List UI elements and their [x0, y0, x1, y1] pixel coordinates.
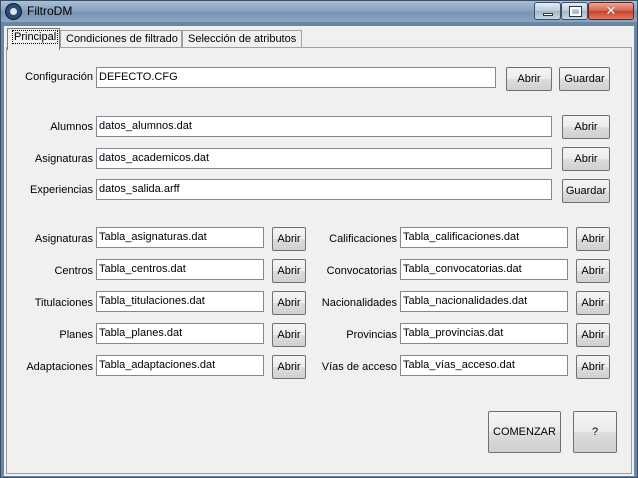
tabla-nacionalidades-open-button[interactable]: Abrir: [576, 291, 610, 315]
main-window: FiltroDM ✕ Principal Condiciones de filt…: [0, 0, 638, 478]
tabla-centros-field[interactable]: Tabla_centros.dat: [96, 259, 264, 280]
tabla-convocatorias-open-button[interactable]: Abrir: [576, 259, 610, 283]
tabla-vias-acceso-label: Vías de acceso: [321, 361, 397, 373]
tabla-asignaturas-field[interactable]: Tabla_asignaturas.dat: [96, 227, 264, 248]
tabla-centros-open-button[interactable]: Abrir: [272, 259, 306, 283]
client-area: Principal Condiciones de filtrado Selecc…: [4, 26, 634, 476]
close-icon: ✕: [605, 3, 617, 18]
experiencias-save-button[interactable]: Guardar: [562, 179, 610, 203]
tab-label: Principal: [11, 30, 59, 44]
help-button[interactable]: ?: [573, 411, 617, 453]
maximize-icon: [569, 6, 582, 17]
title-bar[interactable]: FiltroDM ✕: [1, 1, 637, 22]
tabla-asignaturas-label: Asignaturas: [34, 233, 93, 245]
tabla-centros-label: Centros: [54, 265, 93, 277]
minimize-button[interactable]: [534, 2, 561, 20]
asignaturas-data-open-button[interactable]: Abrir: [562, 147, 610, 171]
tab-label: Selección de atributos: [188, 33, 297, 45]
tabla-asignaturas-open-button[interactable]: Abrir: [272, 227, 306, 251]
comenzar-button[interactable]: COMENZAR: [488, 411, 561, 453]
tabla-planes-field[interactable]: Tabla_planes.dat: [96, 323, 264, 344]
alumnos-label: Alumnos: [50, 121, 93, 133]
config-field[interactable]: DEFECTO.CFG: [96, 67, 496, 88]
tabla-provincias-field[interactable]: Tabla_provincias.dat: [400, 323, 568, 344]
principal-panel: Configuración DEFECTO.CFG Abrir Guardar …: [6, 47, 632, 474]
tabla-titulaciones-label: Titulaciones: [34, 297, 93, 309]
tabla-convocatorias-field[interactable]: Tabla_convocatorias.dat: [400, 259, 568, 280]
app-icon: [5, 3, 22, 20]
alumnos-open-button[interactable]: Abrir: [562, 115, 610, 139]
tabla-vias-acceso-field[interactable]: Tabla_vías_acceso.dat: [400, 355, 568, 376]
config-label: Configuración: [25, 71, 93, 83]
tabla-calificaciones-field[interactable]: Tabla_calificaciones.dat: [400, 227, 568, 248]
alumnos-field[interactable]: datos_alumnos.dat: [96, 116, 552, 137]
config-save-button[interactable]: Guardar: [559, 67, 610, 91]
minimize-icon: [543, 13, 553, 16]
tabla-planes-label: Planes: [59, 329, 93, 341]
tabla-titulaciones-open-button[interactable]: Abrir: [272, 291, 306, 315]
tabla-adaptaciones-label: Adaptaciones: [26, 361, 93, 373]
close-button[interactable]: ✕: [588, 2, 634, 20]
tabla-nacionalidades-label: Nacionalidades: [321, 297, 397, 309]
tab-principal[interactable]: Principal: [7, 28, 60, 50]
tab-label: Condiciones de filtrado: [66, 33, 178, 45]
asignaturas-data-label: Asignaturas: [34, 153, 93, 165]
tabla-provincias-label: Provincias: [346, 329, 397, 341]
tabla-provincias-open-button[interactable]: Abrir: [576, 323, 610, 347]
experiencias-label: Experiencias: [30, 184, 93, 196]
config-open-button[interactable]: Abrir: [506, 67, 552, 91]
maximize-button[interactable]: [561, 2, 588, 20]
tabla-adaptaciones-field[interactable]: Tabla_adaptaciones.dat: [96, 355, 264, 376]
tabla-calificaciones-open-button[interactable]: Abrir: [576, 227, 610, 251]
tabla-nacionalidades-field[interactable]: Tabla_nacionalidades.dat: [400, 291, 568, 312]
tabla-vias-acceso-open-button[interactable]: Abrir: [576, 355, 610, 379]
experiencias-field[interactable]: datos_salida.arff: [96, 179, 552, 200]
tabla-titulaciones-field[interactable]: Tabla_titulaciones.dat: [96, 291, 264, 312]
tabla-planes-open-button[interactable]: Abrir: [272, 323, 306, 347]
tabla-adaptaciones-open-button[interactable]: Abrir: [272, 355, 306, 379]
tabla-calificaciones-label: Calificaciones: [329, 233, 397, 245]
window-title: FiltroDM: [27, 4, 73, 18]
asignaturas-data-field[interactable]: datos_academicos.dat: [96, 148, 552, 169]
tabla-convocatorias-label: Convocatorias: [326, 265, 397, 277]
